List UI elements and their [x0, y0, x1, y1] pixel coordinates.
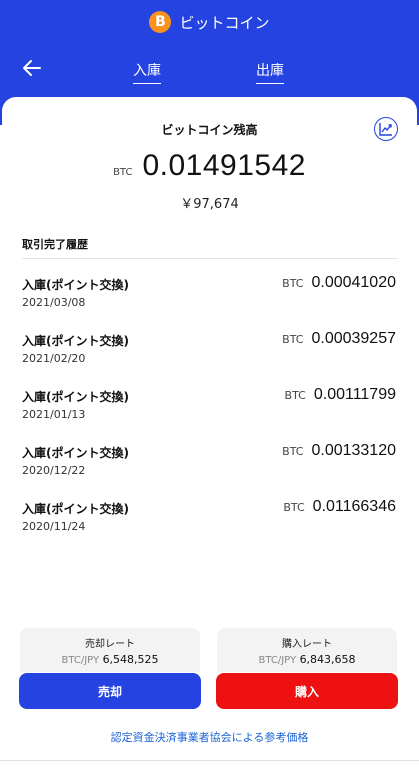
list-item[interactable]: 入庫(ポイント交換) 2020/11/24 BTC 0.01166346 [2, 494, 417, 550]
transaction-date: 2020/12/22 [22, 464, 86, 477]
buy-rate-line: BTC/JPY 6,843,658 [217, 653, 397, 666]
bitcoin-logo-icon: B [149, 11, 172, 33]
transaction-label: 入庫(ポイント交換) [22, 278, 129, 292]
back-arrow-icon[interactable] [20, 56, 44, 80]
sell-rate-line: BTC/JPY 6,548,525 [20, 653, 200, 666]
sell-rate-title: 売却レート [85, 639, 135, 650]
bottom-divider [0, 760, 419, 761]
transaction-value: 0.01166346 [312, 498, 396, 515]
divider [22, 258, 398, 259]
buy-rate-title: 購入レート [282, 639, 332, 650]
transaction-label: 入庫(ポイント交換) [22, 334, 129, 348]
sell-rate-value: 6,548,525 [102, 653, 159, 666]
tab-withdraw[interactable]: 出庫 [256, 60, 284, 84]
balance-jpy: ￥97,674 [180, 197, 239, 212]
transaction-date: 2021/02/20 [22, 352, 86, 365]
buy-rate-pair: BTC/JPY [258, 655, 297, 666]
history-heading: 取引完了履歴 [22, 238, 88, 251]
transaction-unit: BTC [282, 277, 304, 290]
transaction-date: 2021/01/13 [22, 408, 86, 421]
balance-title: ビットコイン残高 [161, 123, 258, 137]
transaction-date: 2020/11/24 [22, 520, 86, 533]
transaction-amount: BTC 0.00041020 [282, 274, 396, 292]
transaction-amount: BTC 0.00111799 [285, 386, 396, 404]
balance-amount-row: BTC 0.01491542 [2, 149, 417, 183]
buy-rate-value: 6,843,658 [299, 653, 356, 666]
transaction-unit: BTC [284, 389, 306, 402]
transaction-value: 0.00133120 [311, 442, 396, 459]
transaction-label: 入庫(ポイント交換) [22, 502, 129, 516]
sell-button[interactable]: 売却 [19, 673, 201, 709]
transaction-unit: BTC [283, 501, 305, 514]
buy-rate-box: 購入レート BTC/JPY 6,843,658 [217, 628, 397, 672]
transaction-value: 0.00111799 [313, 386, 396, 403]
transaction-label: 入庫(ポイント交換) [22, 446, 129, 460]
list-item[interactable]: 入庫(ポイント交換) 2021/01/13 BTC 0.00111799 [2, 382, 417, 438]
list-item[interactable]: 入庫(ポイント交換) 2021/03/08 BTC 0.00041020 [2, 270, 417, 326]
buy-button[interactable]: 購入 [216, 673, 398, 709]
balance-unit: BTC [113, 167, 133, 178]
transaction-label: 入庫(ポイント交換) [22, 390, 129, 404]
reference-price-link[interactable]: 認定資金決済事業者協会による参考価格 [2, 729, 417, 745]
balance-amount: 0.01491542 [142, 149, 306, 182]
list-item[interactable]: 入庫(ポイント交換) 2021/02/20 BTC 0.00039257 [2, 326, 417, 382]
page-title: ビットコイン [179, 13, 270, 32]
app-header: B ビットコイン [0, 7, 419, 37]
transaction-amount: BTC 0.00133120 [282, 442, 396, 460]
transaction-unit: BTC [282, 333, 304, 346]
tab-deposit[interactable]: 入庫 [133, 60, 161, 84]
transaction-date: 2021/03/08 [22, 296, 86, 309]
list-item[interactable]: 入庫(ポイント交換) 2020/12/22 BTC 0.00133120 [2, 438, 417, 494]
transaction-list: 入庫(ポイント交換) 2021/03/08 BTC 0.00041020 入庫(… [2, 270, 417, 550]
transaction-value: 0.00039257 [311, 330, 396, 347]
sell-rate-box: 売却レート BTC/JPY 6,548,525 [20, 628, 200, 672]
transaction-amount: BTC 0.01166346 [283, 498, 396, 516]
transaction-amount: BTC 0.00039257 [282, 330, 396, 348]
transaction-value: 0.00041020 [311, 274, 396, 291]
chart-icon[interactable] [374, 117, 398, 141]
sell-rate-pair: BTC/JPY [61, 655, 100, 666]
transaction-unit: BTC [282, 445, 304, 458]
balance-card: ビットコイン残高 BTC 0.01491542 ￥97,674 取引完了履歴 入… [2, 97, 417, 772]
